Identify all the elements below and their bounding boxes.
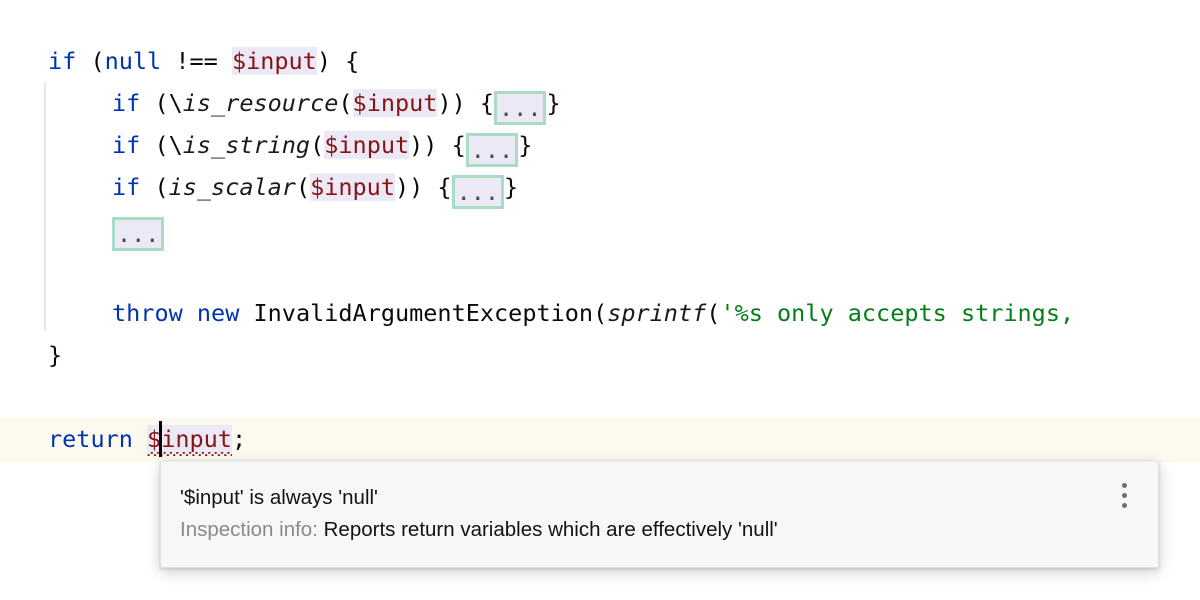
punct-open-paren: (	[706, 299, 721, 327]
punct-open-paren: (	[338, 89, 353, 117]
operator-not-identical: !==	[161, 47, 232, 75]
punct-open-paren: (	[295, 173, 311, 201]
code-line-if-is-scalar[interactable]: if (is_scalar($input)) {...}	[112, 166, 519, 209]
variable-input: $input	[231, 47, 317, 75]
code-line-close-brace[interactable]: }	[48, 334, 62, 376]
inspection-info-label: Inspection info:	[180, 518, 318, 541]
inspection-info-line: Inspection info: Reports return variable…	[180, 514, 1100, 546]
class-invalid-argument-exception: InvalidArgumentException(	[239, 299, 608, 327]
punct-close-brace-open: ) {	[316, 47, 360, 75]
function-is-scalar: is_scalar	[168, 173, 296, 201]
punct-open-paren: (	[310, 131, 325, 159]
inspection-tooltip[interactable]: '$input' is always 'null' Inspection inf…	[160, 461, 1159, 568]
inspection-tooltip-body: '$input' is always 'null' Inspection inf…	[180, 482, 1100, 546]
text-caret	[159, 421, 162, 457]
punct-close-open-brace: )) {	[437, 89, 495, 117]
variable-input: $input	[352, 89, 438, 117]
function-sprintf: sprintf	[607, 299, 707, 327]
string-literal-message: '%s only accepts strings,	[720, 299, 1075, 327]
code-line-return[interactable]: return $input;	[48, 418, 246, 460]
punct-close-brace: }	[504, 173, 519, 201]
code-line-folded-block[interactable]: ...	[112, 208, 165, 251]
keyword-if: if	[48, 47, 77, 75]
variable-input: $input	[324, 131, 410, 159]
code-line-if-is-resource[interactable]: if (\is_resource($input)) {...}	[112, 82, 561, 125]
code-line-throw[interactable]: throw new InvalidArgumentException(sprin…	[112, 292, 1074, 334]
code-fold-placeholder[interactable]: ...	[494, 91, 547, 125]
keyword-new: new	[196, 299, 240, 327]
code-line-if-null[interactable]: if (null !== $input) {	[48, 40, 359, 82]
function-is-string: is_string	[182, 131, 311, 159]
keyword-if: if	[112, 131, 141, 159]
punct-open-paren: (	[140, 173, 169, 201]
punct-close-open-brace: )) {	[409, 131, 466, 159]
punct-semicolon: ;	[231, 425, 247, 453]
punct-close-brace: }	[48, 341, 63, 369]
code-fold-placeholder[interactable]: ...	[451, 175, 505, 209]
punct-paren-backslash: (\	[140, 131, 183, 159]
more-dot-2	[1121, 493, 1127, 498]
punct-close-brace: }	[546, 89, 561, 117]
keyword-if: if	[112, 89, 141, 117]
indent-guide	[44, 82, 46, 330]
code-fold-placeholder[interactable]: ...	[465, 133, 519, 167]
punct-paren-backslash: (\	[140, 89, 183, 117]
more-vertical-icon[interactable]	[1115, 483, 1133, 517]
code-line-if-is-string[interactable]: if (\is_string($input)) {...}	[112, 124, 533, 167]
inspection-info-description: Reports return variables which are effec…	[323, 518, 778, 541]
function-is-resource: is_resource	[182, 89, 339, 117]
variable-input: $input	[310, 173, 395, 201]
keyword-null: null	[104, 47, 162, 75]
keyword-return: return	[48, 425, 133, 453]
punct-close-open-brace: )) {	[394, 173, 452, 201]
more-dot-3	[1121, 503, 1127, 508]
inspection-message: '$input' is always 'null'	[180, 486, 378, 509]
code-fold-placeholder[interactable]: ...	[112, 217, 165, 251]
keyword-throw: throw	[112, 299, 183, 327]
more-dot-1	[1121, 483, 1127, 488]
punct-open-paren: (	[76, 47, 105, 75]
keyword-if: if	[112, 173, 141, 201]
punct-close-brace: }	[518, 131, 533, 159]
